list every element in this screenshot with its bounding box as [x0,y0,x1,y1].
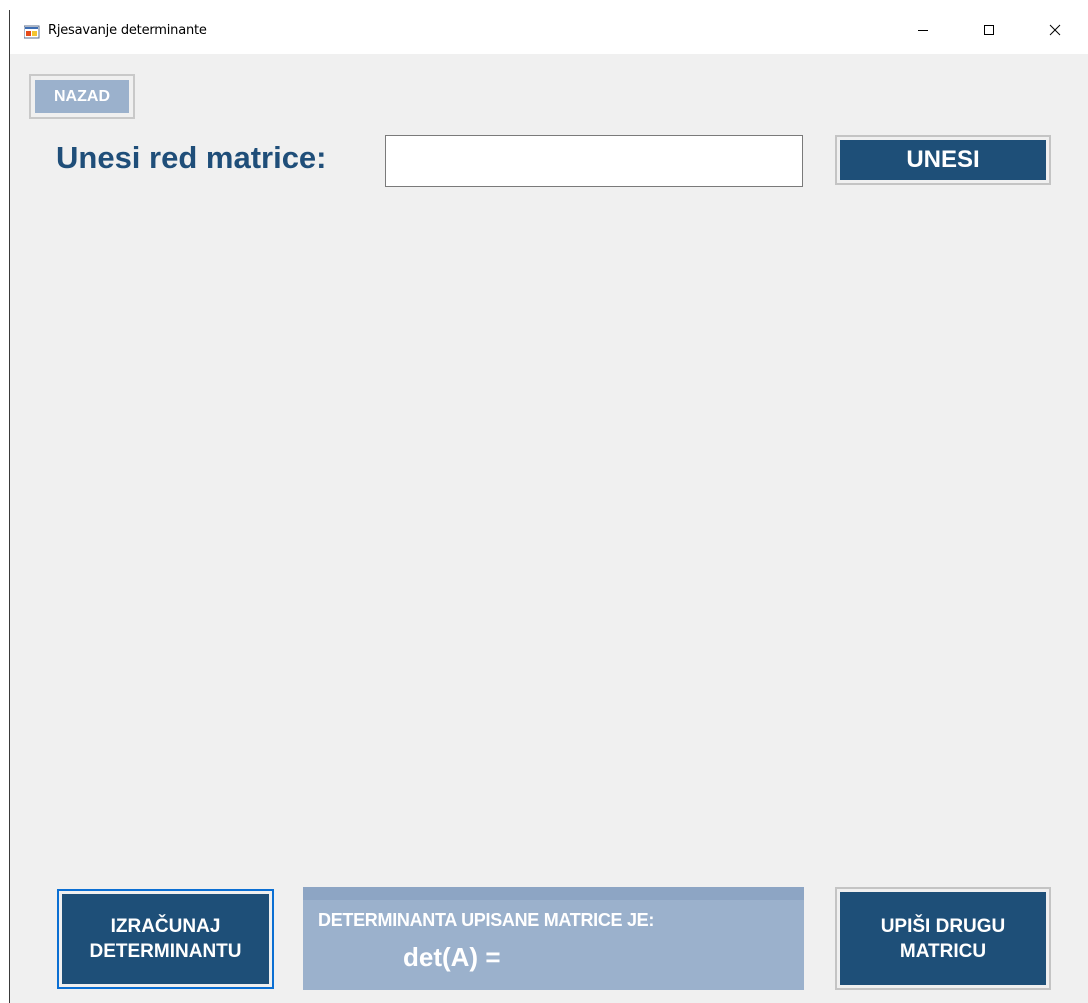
calculate-determinant-label: IZRAČUNAJ DETERMINANTU [62,894,269,984]
determinant-result-panel: DETERMINANTA UPISANE MATRICE JE: det(A) … [303,887,804,990]
matrix-order-label: Unesi red matrice: [56,140,327,175]
submit-order-button[interactable]: UNESI [835,135,1051,185]
other-label-line1: UPIŠI DRUGU [880,915,1006,937]
back-button-label: NAZAD [35,80,129,113]
close-button[interactable] [1032,10,1078,54]
enter-other-matrix-button[interactable]: UPIŠI DRUGU MATRICU [835,887,1051,990]
calculate-label-line1: IZRAČUNAJ [110,916,221,937]
maximize-icon [983,23,995,41]
minimize-icon [917,23,929,41]
submit-order-label: UNESI [840,140,1046,180]
back-button[interactable]: NAZAD [29,74,135,119]
determinant-value: det(A) = [403,942,501,972]
result-caption: DETERMINANTA UPISANE MATRICE JE: [318,910,655,930]
calculate-label-line2: DETERMINANTU [89,941,242,962]
app-form-icon [23,24,40,40]
other-label-line2: MATRICU [899,940,987,962]
close-icon [1049,23,1061,41]
title-bar: Rjesavanje determinante [10,10,1088,54]
matrix-order-input[interactable] [385,135,803,187]
app-window: Rjesavanje determinante NAZAD Unesi red … [9,10,1088,1003]
maximize-button[interactable] [966,10,1012,54]
enter-other-matrix-label: UPIŠI DRUGU MATRICU [840,892,1046,985]
window-title: Rjesavanje determinante [48,23,207,38]
minimize-button[interactable] [900,10,946,54]
calculate-determinant-button[interactable]: IZRAČUNAJ DETERMINANTU [57,889,274,989]
